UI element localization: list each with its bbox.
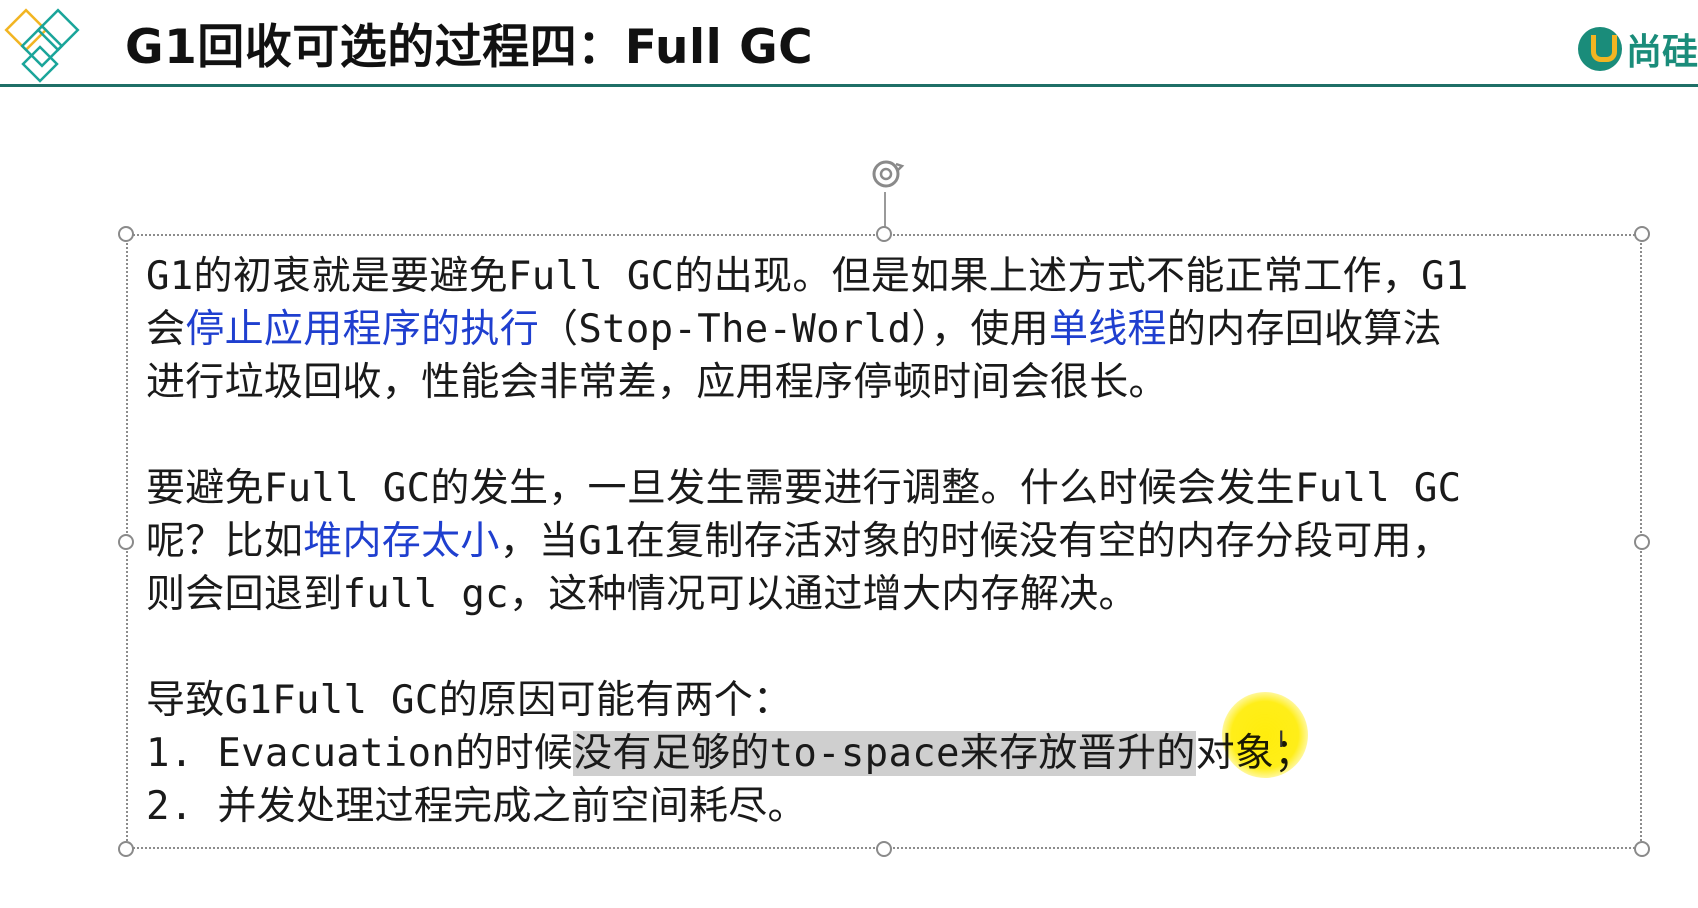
paragraph-1-line-3: 进行垃圾回收，性能会非常差，应用程序停顿时间会很长。 — [146, 360, 1168, 405]
text-run: 的内存回收算法 — [1166, 307, 1442, 352]
text-cursor-icon: I — [1278, 728, 1285, 753]
selected-text: 没有足够的to-space来存放晋升的 — [573, 731, 1196, 776]
resize-handle-middle-left[interactable] — [118, 534, 134, 550]
diamond-logo-icon — [4, 8, 80, 83]
paragraph-1-line-2: 会停止应用程序的执行（Stop-The-World），使用单线程的内存回收算法 — [146, 303, 1626, 356]
text-run: （Stop-The-World），使用 — [539, 307, 1049, 352]
paragraph-3: 导致G1Full GC的原因可能有两个： 1. Evacuation的时候没有足… — [146, 674, 1626, 833]
text-run: 呢？比如 — [146, 519, 304, 564]
paragraph-2-line-3: 则会回退到full gc，这种情况可以通过增大内存解决。 — [146, 572, 1138, 617]
brand-logo-icon — [1577, 27, 1622, 71]
resize-handle-bottom-left[interactable] — [118, 841, 134, 857]
resize-handle-top-right[interactable] — [1634, 226, 1650, 242]
page-title: G1回收可选的过程四：Full GC — [125, 20, 814, 75]
text-run: 会 — [146, 307, 186, 352]
text-run: 对象； — [1195, 731, 1314, 776]
slide: G1回收可选的过程四：Full GC 尚硅 G1的初衷就是要避免Full GC的… — [0, 0, 1698, 908]
paragraph-2-line-1: 要避免Full GC的发生，一旦发生需要进行调整。什么时候会发生Full GC — [146, 466, 1462, 511]
resize-handle-top-left[interactable] — [118, 226, 134, 242]
highlighted-text-stop-app: 停止应用程序的执行 — [185, 307, 540, 352]
brand-text: 尚硅 — [1625, 32, 1698, 73]
title-divider — [0, 84, 1698, 87]
resize-handle-middle-right[interactable] — [1634, 534, 1650, 550]
resize-handle-top-center[interactable] — [876, 226, 892, 242]
textbox-content[interactable]: G1的初衷就是要避免Full GC的出现。但是如果上述方式不能正常工作，G1 会… — [146, 250, 1626, 833]
text-run: ，当G1在复制存活对象的时候没有空的内存分段可用， — [499, 519, 1452, 564]
title-bar: G1回收可选的过程四：Full GC 尚硅 — [0, 0, 1698, 90]
paragraph-1-line-1: G1的初衷就是要避免Full GC的出现。但是如果上述方式不能正常工作，G1 — [146, 254, 1469, 299]
text-run: 1. Evacuation的时候 — [146, 731, 574, 776]
resize-handle-bottom-center[interactable] — [876, 841, 892, 857]
highlighted-text-heap-small: 堆内存太小 — [303, 519, 500, 564]
paragraph-1: G1的初衷就是要避免Full GC的出现。但是如果上述方式不能正常工作，G1 会… — [146, 250, 1626, 409]
paragraph-3-line-3: 2. 并发处理过程完成之前空间耗尽。 — [146, 784, 807, 829]
brand-logo: 尚硅 — [1577, 24, 1698, 74]
paragraph-2: 要避免Full GC的发生，一旦发生需要进行调整。什么时候会发生Full GC … — [146, 462, 1626, 621]
highlighted-text-single-thread: 单线程 — [1048, 307, 1167, 352]
resize-handle-bottom-right[interactable] — [1634, 841, 1650, 857]
rotate-handle-icon[interactable] — [866, 156, 906, 196]
paragraph-3-line-1: 导致G1Full GC的原因可能有两个： — [146, 678, 793, 723]
paragraph-3-line-2: 1. Evacuation的时候没有足够的to-space来存放晋升的对象； — [146, 727, 1626, 780]
paragraph-2-line-2: 呢？比如堆内存太小，当G1在复制存活对象的时候没有空的内存分段可用， — [146, 515, 1626, 568]
